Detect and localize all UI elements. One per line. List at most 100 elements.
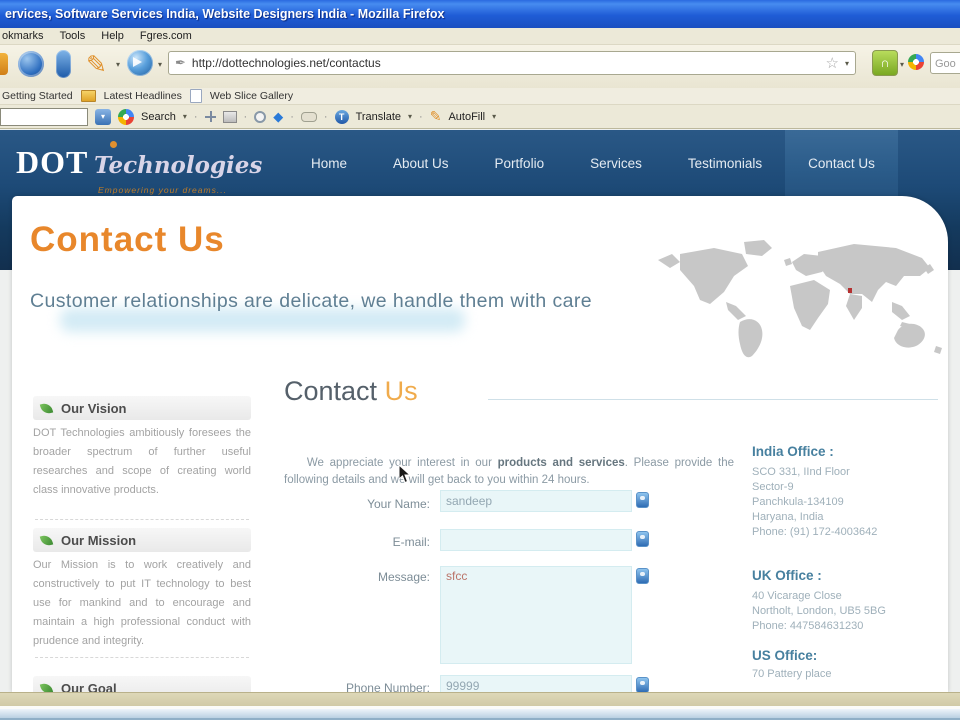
- label-your-name: Your Name:: [367, 497, 430, 511]
- nav-home[interactable]: Home: [288, 130, 370, 196]
- separator-dot: [290, 111, 294, 123]
- our-vision-text: DOT Technologies ambitiously foresees th…: [33, 427, 251, 496]
- leaf-icon: [39, 533, 54, 547]
- sidebar-section-our-mission: Our Mission: [33, 528, 251, 552]
- nav-services[interactable]: Services: [567, 130, 665, 196]
- address-dropdown-icon[interactable]: [845, 59, 849, 68]
- logo-technologies[interactable]: Technologies: [94, 152, 262, 179]
- separator-dot: [324, 111, 328, 123]
- logo-tagline: Empowering your dreams...: [98, 185, 227, 195]
- separator-dot: [194, 111, 198, 123]
- menu-item-bookmarks[interactable]: okmarks: [2, 30, 44, 42]
- address-bar[interactable]: http://dottechnologies.net/contactus: [168, 51, 856, 75]
- form-heading: Contact Us: [284, 376, 418, 407]
- page-icon: [189, 89, 202, 103]
- crosshair-icon[interactable]: [204, 111, 216, 122]
- toolbar-search-button[interactable]: Search: [141, 111, 176, 123]
- toolbar-dropdown-icon[interactable]: [95, 108, 111, 125]
- search-engine-hint: Goo: [935, 58, 956, 70]
- feed-icon[interactable]: [872, 50, 898, 76]
- nav-portfolio[interactable]: Portfolio: [472, 130, 568, 196]
- google-logo-icon: [118, 108, 134, 125]
- toolbar-search-input[interactable]: [0, 107, 88, 126]
- india-office-title: India Office :: [752, 444, 834, 459]
- screenshot-root: ervices, Software Services India, Websit…: [0, 0, 960, 720]
- form-heading-contact: Contact: [284, 376, 378, 406]
- pencil-icon[interactable]: [86, 50, 107, 80]
- us-office-title: US Office:: [752, 648, 818, 663]
- your-name-input[interactable]: [440, 490, 632, 512]
- office-line: Panchkula-134109: [752, 496, 844, 508]
- section-title: Our Vision: [61, 400, 127, 416]
- hero-title: Contact Us: [30, 220, 225, 259]
- autofill-field-icon[interactable]: [636, 568, 649, 584]
- menu-item-fgres[interactable]: Fgres.com: [140, 30, 192, 42]
- logo-dot[interactable]: DOT: [16, 144, 88, 181]
- more-tools-icon[interactable]: [300, 111, 317, 122]
- menu-bar: okmarks Tools Help Fgres.com: [0, 28, 960, 45]
- intro-part-bold: products and services: [497, 457, 625, 469]
- diamond-icon[interactable]: [273, 109, 283, 125]
- mouse-cursor: [398, 464, 412, 484]
- bottom-blue-strip: [0, 709, 960, 720]
- window-title: ervices, Software Services India, Websit…: [5, 7, 445, 21]
- map-india-marker: [848, 288, 852, 293]
- main-navigation: Home About Us Portfolio Services Testimo…: [288, 130, 898, 196]
- office-line: 70 Pattery place: [752, 668, 832, 680]
- bookmark-web-slice-gallery[interactable]: Web Slice Gallery: [210, 90, 293, 102]
- office-line: Phone: 447584631230: [752, 620, 864, 632]
- google-ball-icon[interactable]: [908, 54, 924, 70]
- autofill-field-icon[interactable]: [636, 531, 649, 547]
- autofill-field-icon[interactable]: [636, 492, 649, 508]
- section-title: Our Mission: [61, 532, 137, 548]
- badge-icon[interactable]: [18, 51, 44, 77]
- separator-dot: [244, 111, 248, 123]
- heading-divider: [488, 399, 938, 400]
- label-email: E-mail:: [392, 535, 430, 549]
- folder-icon: [80, 90, 96, 102]
- form-heading-us: Us: [377, 376, 418, 406]
- uk-office-title: UK Office :: [752, 568, 822, 583]
- pencil-dropdown-icon[interactable]: [116, 60, 120, 69]
- nav-testimonials[interactable]: Testimonials: [665, 130, 785, 196]
- globe-dropdown-icon[interactable]: [158, 60, 162, 69]
- snapshot-icon[interactable]: [222, 110, 237, 123]
- office-line: SCO 331, IInd Floor: [752, 466, 850, 478]
- our-mission-text: Our Mission is to work creatively and co…: [33, 559, 251, 647]
- search-dropdown-icon[interactable]: [183, 112, 187, 121]
- divider: [35, 657, 249, 658]
- autofill-field-icon[interactable]: [636, 677, 649, 693]
- bookmark-latest-headlines[interactable]: Latest Headlines: [104, 90, 182, 102]
- nav-contact-us[interactable]: Contact Us: [785, 130, 898, 196]
- email-input[interactable]: [440, 529, 632, 551]
- translate-icon: [334, 109, 349, 124]
- toolbar-translate-button[interactable]: Translate: [356, 111, 401, 123]
- bookmarks-bar: Getting Started Latest Headlines Web Sli…: [0, 88, 960, 105]
- bookmark-star-icon[interactable]: [826, 54, 839, 73]
- spellcheck-icon[interactable]: [254, 110, 267, 123]
- label-message: Message:: [377, 570, 430, 584]
- office-line: Sector-9: [752, 481, 794, 493]
- pill-icon[interactable]: [56, 50, 71, 78]
- search-engine-box[interactable]: Goo: [930, 52, 960, 74]
- google-toolbar: Search Translate AutoFill: [0, 105, 960, 129]
- sidebar-section-our-vision: Our Vision: [33, 396, 251, 420]
- message-textarea[interactable]: sfcc: [440, 566, 632, 664]
- nav-about-us[interactable]: About Us: [370, 130, 472, 196]
- autofill-dropdown-icon[interactable]: [492, 112, 496, 121]
- globe-arrow-icon: [133, 57, 142, 67]
- menu-item-tools[interactable]: Tools: [60, 30, 86, 42]
- toolbar-autofill-button[interactable]: AutoFill: [448, 111, 485, 123]
- hero-subtitle: Customer relationships are delicate, we …: [30, 290, 593, 312]
- logo-dot-mark: [110, 141, 117, 148]
- feed-dropdown-icon[interactable]: [900, 60, 904, 69]
- bookmark-getting-started[interactable]: Getting Started: [2, 90, 73, 102]
- window-titlebar: ervices, Software Services India, Websit…: [0, 0, 960, 28]
- autofill-pencil-icon: [430, 108, 442, 125]
- office-line: Haryana, India: [752, 511, 824, 523]
- world-map: [658, 240, 942, 358]
- cropped-toolbar-icon[interactable]: [0, 53, 8, 75]
- translate-dropdown-icon[interactable]: [408, 112, 412, 121]
- address-url[interactable]: http://dottechnologies.net/contactus: [192, 56, 820, 70]
- menu-item-help[interactable]: Help: [101, 30, 124, 42]
